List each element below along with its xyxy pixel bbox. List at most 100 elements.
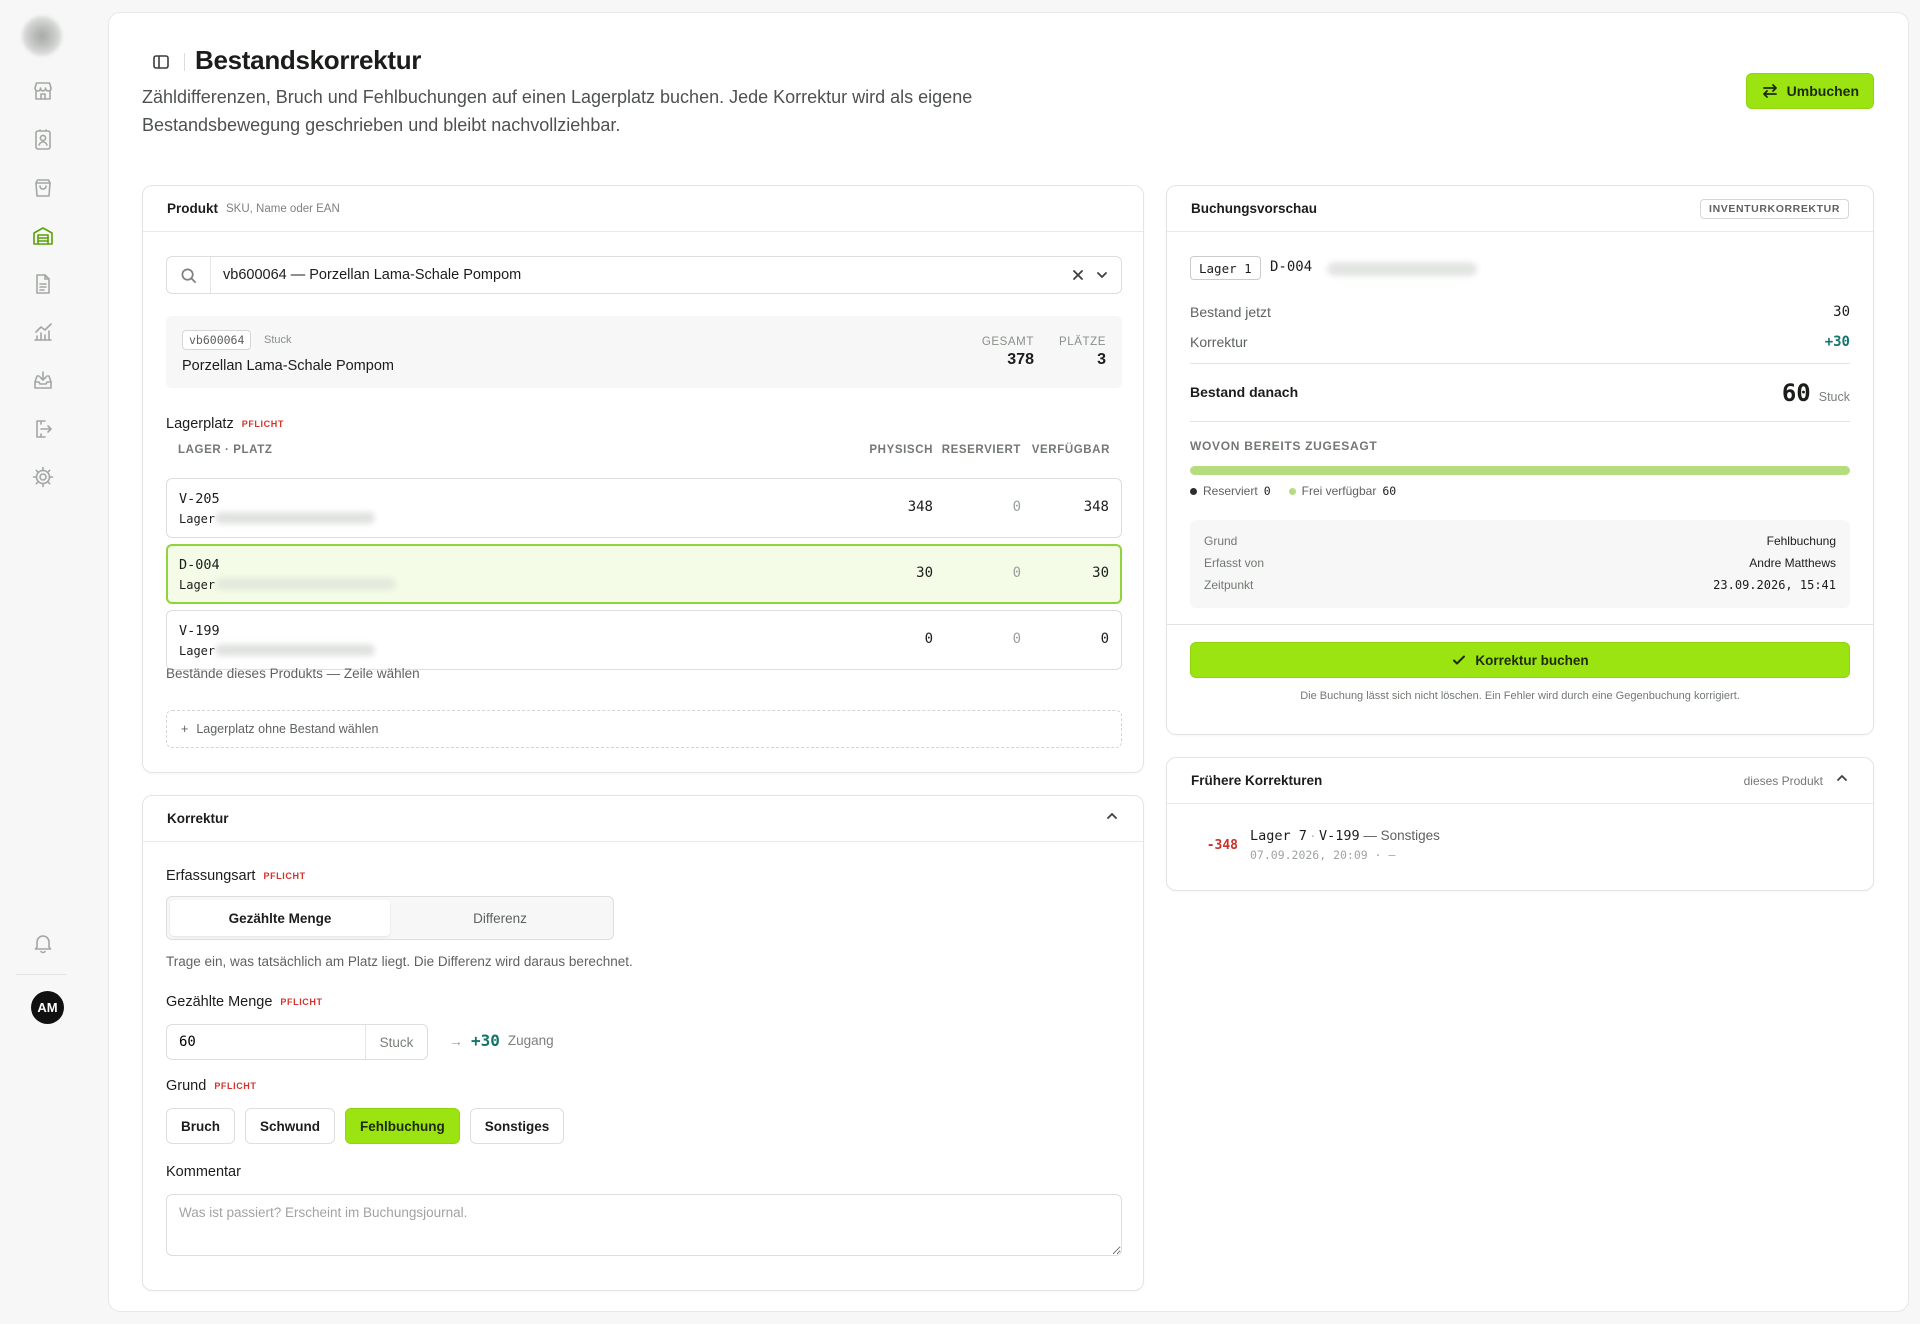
qty-input[interactable] [167, 1025, 365, 1059]
plus-icon: + [181, 722, 189, 736]
historie-title: Frühere Korrekturen [1191, 773, 1323, 788]
sidebar-divider [16, 974, 66, 975]
kommentar-label: Kommentar [166, 1164, 241, 1180]
umbuchen-button[interactable]: Umbuchen [1745, 73, 1874, 109]
add-lagerplatz-button[interactable]: + Lagerplatz ohne Bestand wählen [166, 710, 1122, 748]
vorschau-title: Buchungsvorschau [1191, 201, 1318, 216]
lagerplatz-code: V-205 [179, 491, 220, 507]
availability-bar-fill [1190, 466, 1850, 475]
contacts-icon[interactable] [30, 127, 56, 153]
chart-icon[interactable] [30, 319, 56, 345]
reason-schwund[interactable]: Schwund [245, 1108, 336, 1144]
clear-icon[interactable] [1071, 268, 1085, 282]
korrektur-row: Korrektur +30 [1190, 334, 1850, 350]
korrektur-buchen-button[interactable]: Korrektur buchen [1190, 642, 1850, 678]
verfuegbar-value: 30 [1092, 565, 1109, 581]
physisch-value: 30 [916, 565, 933, 581]
product-search-input[interactable] [211, 257, 1071, 293]
meta-zeitpunkt: Zeitpunkt 23.09.2026, 15:41 [1204, 574, 1836, 596]
reason-fehlbuchung[interactable]: Fehlbuchung [345, 1108, 460, 1144]
mode-counted-option[interactable]: Gezählte Menge [170, 900, 390, 936]
settings-icon[interactable] [30, 464, 56, 490]
plaetze-label: PLÄTZE [1058, 336, 1106, 348]
shopping-bag-icon[interactable] [30, 175, 56, 201]
pflicht-badge: PFLICHT [280, 997, 323, 1007]
redacted-location-name [1327, 262, 1477, 276]
sidebar: AM [0, 0, 84, 1324]
zugesagt-label: WOVON BEREITS ZUGESAGT [1190, 439, 1378, 453]
produkt-subtitle: SKU, Name oder EAN [226, 202, 340, 215]
swap-icon [1762, 84, 1777, 98]
reserviert-value: 0 [1012, 499, 1021, 515]
grund-options: Bruch Schwund Fehlbuchung Sonstiges [166, 1108, 565, 1144]
page-description: Zähldifferenzen, Bruch und Fehlbuchungen… [142, 87, 973, 135]
korrektur-card-header[interactable]: Korrektur [143, 796, 1143, 842]
mode-difference-option[interactable]: Differenz [390, 900, 610, 936]
bestand-jetzt-value: 30 [1833, 304, 1850, 320]
reason-bruch[interactable]: Bruch [166, 1108, 236, 1144]
produkt-card: Produkt SKU, Name oder EAN vb600064 Stuc… [142, 185, 1144, 773]
title-separator [184, 53, 185, 71]
meta-grund-label: Grund [1204, 534, 1238, 548]
legend-frei-label: Frei verfügbar [1301, 484, 1377, 498]
chevron-up-icon[interactable] [1105, 809, 1119, 828]
lagerplatz-code: D-004 [179, 557, 220, 573]
verfuegbar-value: 348 [1083, 499, 1109, 515]
avatar[interactable]: AM [31, 991, 64, 1024]
meta-erfasst-label: Erfasst von [1204, 556, 1265, 570]
verfuegbar-value: 0 [1100, 631, 1109, 647]
chevron-up-icon[interactable] [1835, 771, 1849, 790]
booking-note: Die Buchung lässt sich nicht löschen. Ei… [1300, 690, 1740, 702]
bell-icon[interactable] [30, 930, 56, 956]
legend-reserviert-label: Reserviert [1203, 484, 1258, 498]
lagerplatz-row[interactable]: V-199 Lager 0 0 0 [166, 610, 1122, 670]
historie-entry[interactable]: -348 Lager 7 · V-199 — Sonstiges 07.09.2… [1190, 828, 1440, 862]
historie-card-header[interactable]: Frühere Korrekturen dieses Produkt [1167, 758, 1873, 804]
korrektur-card: Korrektur Erfassungsart PFLICHT Gezählte… [142, 795, 1144, 1291]
add-lagerplatz-label: Lagerplatz ohne Bestand wählen [196, 722, 379, 736]
lagerplatz-lager: Lager [179, 644, 216, 658]
qty-unit: Stuck [365, 1025, 427, 1059]
lagerplatz-row-selected[interactable]: D-004 Lager 30 0 30 [166, 544, 1122, 604]
historie-sep: · [1310, 828, 1316, 843]
meta-grund: Grund Fehlbuchung [1204, 530, 1836, 552]
col-reserviert: RESERVIERT [941, 444, 1021, 456]
warehouse-icon[interactable] [30, 223, 56, 249]
logo[interactable] [22, 16, 62, 56]
main-content: Bestandskorrektur Zähldifferenzen, Bruch… [108, 12, 1909, 1312]
meta-erfasst: Erfasst von Andre Matthews [1204, 552, 1836, 574]
bestand-jetzt-row: Bestand jetzt 30 [1190, 304, 1850, 320]
umbuchen-label: Umbuchen [1786, 83, 1859, 99]
qty-field: Stuck [166, 1024, 428, 1060]
gesamt-stat: GESAMT 378 [982, 336, 1034, 369]
reason-sonstiges[interactable]: Sonstiges [469, 1108, 565, 1144]
divider [1167, 624, 1873, 625]
meta-erfasst-value: Andre Matthews [1749, 556, 1836, 570]
selected-product-summary: vb600064 Stuck Porzellan Lama-Schale Pom… [166, 316, 1122, 388]
booking-meta: Grund Fehlbuchung Erfasst von Andre Matt… [1190, 520, 1850, 608]
pflicht-badge: PFLICHT [214, 1081, 257, 1091]
divider [1190, 363, 1850, 364]
store-icon[interactable] [30, 78, 56, 104]
col-physisch: PHYSISCH [869, 444, 933, 456]
lagerplatz-label-text: Lagerplatz [166, 416, 234, 432]
historie-meta: 07.09.2026, 20:09 · — [1250, 848, 1396, 862]
export-icon[interactable] [30, 416, 56, 442]
historie-delta: -348 [1206, 837, 1238, 853]
lagerplatz-lager: Lager [179, 578, 216, 592]
gesamt-value: 378 [1007, 351, 1034, 368]
document-icon[interactable] [30, 271, 56, 297]
lagerplatz-label: Lagerplatz PFLICHT [166, 416, 284, 432]
kommentar-input[interactable] [166, 1194, 1122, 1256]
panel-toggle-icon[interactable] [152, 53, 170, 71]
lagerplatz-row[interactable]: V-205 Lager 348 0 348 [166, 478, 1122, 538]
bestand-danach-value: 60 [1781, 379, 1811, 407]
redacted-lager-name [215, 644, 375, 656]
legend-reserviert: Reserviert 0 [1190, 484, 1271, 498]
gesamt-label: GESAMT [981, 336, 1034, 348]
produkt-title: Produkt [167, 201, 219, 216]
bestand-danach-value-wrap: 60 Stuck [1782, 379, 1850, 407]
inbox-download-icon[interactable] [30, 367, 56, 393]
chevron-down-icon[interactable] [1095, 268, 1109, 282]
delta-preview: → +30 Zugang [449, 1031, 554, 1050]
